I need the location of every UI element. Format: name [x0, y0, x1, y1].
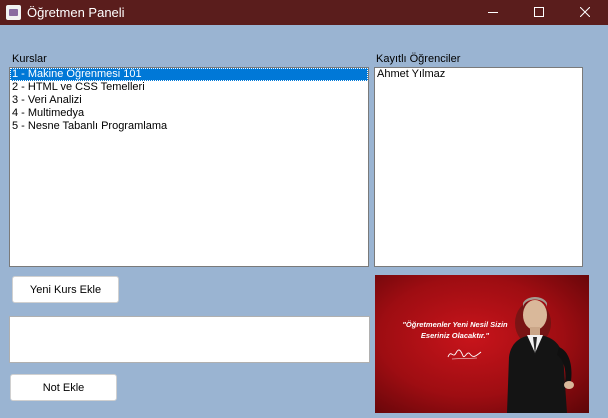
courses-label: Kurslar [12, 53, 47, 65]
course-item[interactable]: 5 - Nesne Tabanlı Programlama [10, 120, 368, 133]
close-button[interactable] [562, 0, 608, 25]
course-item[interactable]: 1 - Makine Öğrenmesi 101 [10, 68, 368, 81]
maximize-icon [534, 7, 544, 17]
title-bar[interactable]: Öğretmen Paneli [0, 0, 608, 25]
course-item[interactable]: 2 - HTML ve CSS Temelleri [10, 81, 368, 94]
teacher-panel-window: Öğretmen Paneli Kurslar 1 - Makine Öğren… [0, 0, 608, 418]
portrait-figure [507, 297, 574, 413]
add-note-button[interactable]: Not Ekle [10, 374, 117, 401]
student-item[interactable]: Ahmet Yılmaz [375, 68, 582, 81]
add-course-button[interactable]: Yeni Kurs Ekle [12, 276, 119, 303]
courses-listbox[interactable]: 1 - Makine Öğrenmesi 101 2 - HTML ve CSS… [9, 67, 369, 267]
course-item[interactable]: 3 - Veri Analizi [10, 94, 368, 107]
students-label: Kayıtlı Öğrenciler [376, 53, 461, 65]
course-item[interactable]: 4 - Multimedya [10, 107, 368, 120]
maximize-button[interactable] [516, 0, 562, 25]
students-listbox[interactable]: Ahmet Yılmaz [374, 67, 583, 267]
note-input[interactable] [9, 316, 370, 363]
minimize-icon [488, 12, 498, 13]
signature-graphic [447, 349, 482, 360]
ataturk-poster-image: "Öğretmenler Yeni Nesil Sizin Eseriniz O… [375, 275, 589, 413]
app-icon [6, 5, 21, 20]
minimize-button[interactable] [470, 0, 516, 25]
window-title: Öğretmen Paneli [27, 5, 125, 20]
close-icon [580, 7, 590, 17]
